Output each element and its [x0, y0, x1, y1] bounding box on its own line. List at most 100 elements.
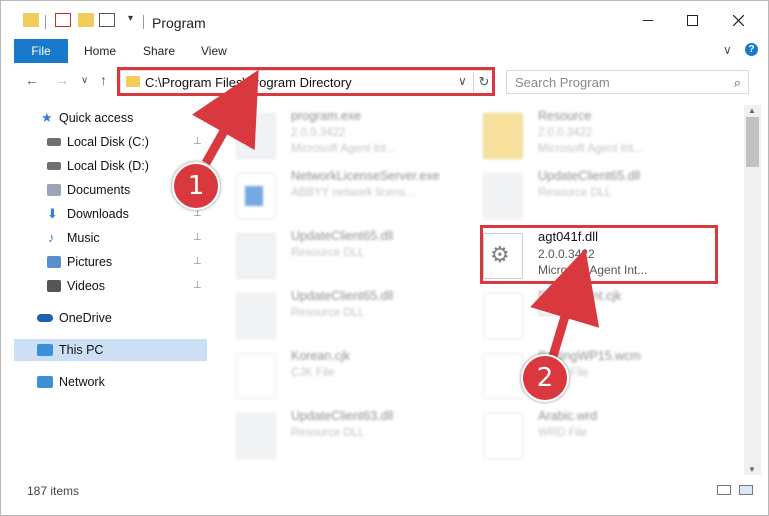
large-icons-view-icon[interactable]	[739, 485, 753, 495]
back-button[interactable]: ←	[25, 72, 39, 88]
sidebar-item-label: This PC	[59, 343, 104, 357]
close-button[interactable]	[723, 9, 753, 31]
file-name: NetworkLicenseServer.exe	[291, 169, 440, 183]
sidebar-item-this-pc[interactable]: This PC	[14, 339, 207, 361]
sidebar-item-local-disk-c[interactable]: Local Disk (C:) ⊥	[14, 131, 207, 153]
sidebar-item-label: Quick access	[59, 111, 134, 125]
minimize-icon	[643, 19, 653, 21]
sidebar-item-label: Downloads	[67, 207, 129, 221]
navigation-pane: ★ Quick access Local Disk (C:) ⊥ Local D…	[14, 105, 214, 475]
file-list: program.exe 2.0.0.3422 Microsoft Agent I…	[214, 105, 744, 475]
tab-file[interactable]: File	[14, 39, 68, 63]
file-name: program.exe	[291, 109, 362, 123]
sidebar-item-pictures[interactable]: Pictures ⊥	[14, 251, 207, 273]
sidebar-item-music[interactable]: ♪ Music ⊥	[14, 227, 207, 249]
music-icon: ♪	[48, 230, 55, 245]
close-icon	[732, 14, 744, 26]
sidebar-item-quick-access[interactable]: ★ Quick access	[14, 107, 207, 129]
pin-icon[interactable]: ⊥	[193, 275, 202, 297]
file-name: Korean.cjk	[291, 349, 351, 363]
file-item[interactable]: Resource 2.0.0.3422 Microsoft Agent Int.…	[483, 109, 723, 165]
search-icon[interactable]: ⌕	[734, 75, 741, 91]
file-item[interactable]: NetworkLicenseServer.exe ABBYY network l…	[236, 169, 476, 225]
exe-icon	[236, 113, 276, 159]
file-icon	[483, 353, 523, 399]
status-bar: 187 items	[1, 479, 768, 501]
file-item[interactable]: Arabic.wrd WRD File	[483, 409, 723, 465]
file-name: UpdateClient65.dll	[291, 289, 394, 303]
file-item[interactable]: UpdateClient65.dll Resource DLL	[483, 169, 723, 225]
new-folder-icon[interactable]	[78, 13, 94, 27]
file-item[interactable]: UpdateClient65.dll Resource DLL	[236, 229, 476, 285]
maximize-button[interactable]	[677, 9, 707, 31]
address-highlight-box	[117, 67, 495, 96]
dll-icon	[236, 293, 276, 339]
file-name: Arabic.wrd	[538, 409, 598, 423]
rename-icon[interactable]	[99, 13, 115, 27]
callout-2: 2	[521, 354, 569, 402]
cloud-icon	[37, 314, 53, 322]
tab-view[interactable]: View	[189, 39, 239, 63]
file-description: Resource DLL	[291, 247, 365, 259]
tab-share[interactable]: Share	[131, 39, 187, 63]
file-item[interactable]: SortingWP15.wcm WCM File	[483, 349, 723, 405]
file-description: Resource DLL	[291, 307, 365, 319]
application-window-icon	[245, 186, 263, 206]
recent-locations-button[interactable]: ∨	[81, 75, 88, 86]
vertical-scrollbar[interactable]: ▲ ▼	[744, 105, 761, 475]
maximize-icon	[686, 14, 698, 26]
details-view-icon[interactable]	[717, 485, 731, 495]
file-item[interactable]: DefaultFont.cjk CJK File	[483, 289, 723, 345]
file-item[interactable]: UpdateClient65.dll Resource DLL	[236, 289, 476, 345]
scrollbar-thumb[interactable]	[746, 117, 759, 167]
network-icon	[37, 376, 53, 388]
drive-icon	[47, 138, 61, 146]
callout-1: 1	[172, 162, 220, 210]
up-button[interactable]: ↑	[100, 72, 107, 88]
tab-home[interactable]: Home	[72, 39, 128, 63]
dll-icon	[236, 413, 276, 459]
properties-icon[interactable]	[55, 13, 71, 27]
sidebar-item-downloads[interactable]: ⬇ Downloads ⊥	[14, 203, 207, 225]
window-title: Program	[152, 15, 206, 31]
file-name: DefaultFont.cjk	[538, 289, 622, 303]
scroll-down-icon[interactable]: ▼	[748, 465, 756, 474]
sidebar-item-label: Local Disk (C:)	[67, 135, 149, 149]
sidebar-item-label: Music	[67, 231, 100, 245]
title-bar: ▾ Program	[1, 1, 768, 39]
star-icon: ★	[41, 110, 53, 125]
sidebar-item-label: Videos	[67, 279, 105, 293]
scroll-up-icon[interactable]: ▲	[748, 106, 756, 115]
sidebar-item-videos[interactable]: Videos ⊥	[14, 275, 207, 297]
title-divider	[143, 15, 144, 29]
file-item[interactable]: Korean.cjk CJK File	[236, 349, 476, 405]
pin-icon[interactable]: ⊥	[193, 227, 202, 249]
file-name: UpdateClient65.dll	[538, 169, 641, 183]
search-input[interactable]: Search Program ⌕	[506, 70, 749, 94]
sidebar-item-network[interactable]: Network	[14, 371, 207, 393]
file-description: Resource DLL	[538, 187, 612, 199]
customize-toolbar-icon[interactable]: ▾	[128, 13, 138, 27]
file-item[interactable]: program.exe 2.0.0.3422 Microsoft Agent I…	[236, 109, 476, 165]
pin-icon[interactable]: ⊥	[193, 251, 202, 273]
file-highlight-box	[480, 225, 718, 284]
minimize-button[interactable]	[633, 9, 663, 31]
file-icon	[236, 353, 276, 399]
item-count: 187 items	[27, 484, 80, 498]
expand-ribbon-icon[interactable]: ∨	[723, 43, 732, 57]
forward-button[interactable]: →	[55, 72, 69, 88]
file-description: ABBYY network licens...	[291, 187, 415, 199]
file-explorer-window: ▾ Program File Home Share View ∨ ? ← → ∨…	[0, 0, 769, 516]
sidebar-item-onedrive[interactable]: OneDrive	[14, 307, 207, 329]
file-item[interactable]: UpdateClient63.dll Resource DLL	[236, 409, 476, 465]
pin-icon[interactable]: ⊥	[193, 131, 202, 153]
file-description: Microsoft Agent Int...	[291, 143, 396, 155]
videos-icon	[47, 280, 61, 292]
pictures-icon	[47, 256, 61, 268]
sidebar-item-label: Network	[59, 375, 105, 389]
folder-icon[interactable]	[23, 13, 39, 27]
help-icon[interactable]: ?	[745, 43, 758, 56]
title-divider	[45, 15, 46, 29]
file-name: UpdateClient65.dll	[291, 229, 394, 243]
file-icon	[483, 293, 523, 339]
